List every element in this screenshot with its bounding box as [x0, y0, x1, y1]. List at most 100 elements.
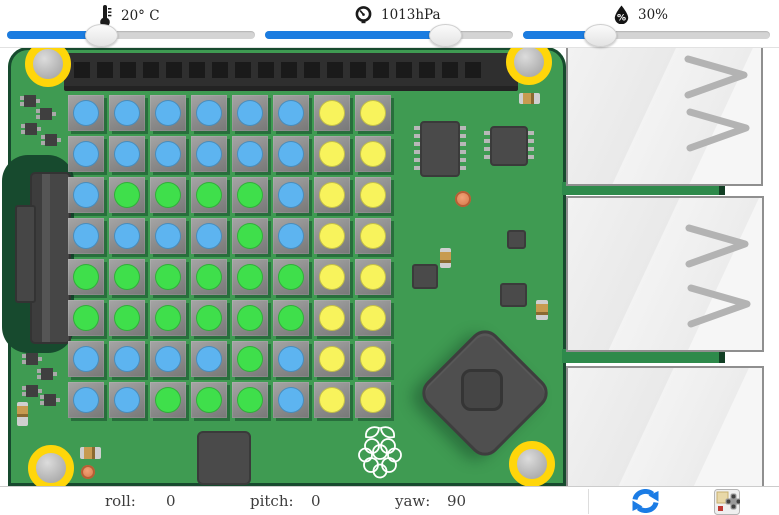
- gamepad-button[interactable]: [713, 489, 742, 515]
- led: [114, 100, 140, 126]
- led: [73, 346, 99, 372]
- led-cell: [68, 259, 104, 295]
- led: [278, 182, 304, 208]
- led-cell: [314, 218, 350, 254]
- transistor: [37, 368, 57, 380]
- led-cell: [109, 259, 145, 295]
- pressure-slider-fill: [265, 24, 463, 47]
- led-cell: [150, 341, 186, 377]
- led-cell: [109, 300, 145, 336]
- led-cell: [314, 300, 350, 336]
- pitch-value: 0: [311, 492, 321, 510]
- led: [155, 346, 181, 372]
- led-cell: [232, 382, 268, 418]
- gpio-header: [64, 53, 518, 91]
- joystick-center-button[interactable]: [461, 369, 503, 411]
- led: [155, 141, 181, 167]
- gpio-pin: [350, 61, 366, 78]
- usb-contact-icon: [685, 224, 749, 268]
- gpio-pin: [212, 61, 228, 78]
- gpio-pin: [304, 61, 320, 78]
- raspberry-pi-logo-icon: [358, 426, 402, 479]
- usb-port-1: [566, 46, 763, 186]
- humidity-slider-handle[interactable]: [584, 24, 618, 47]
- screw-hole-bottom-right: [509, 441, 555, 487]
- gpio-pin: [373, 61, 389, 78]
- gpio-pin: [465, 61, 481, 78]
- led-cell: [68, 341, 104, 377]
- led-cell: [68, 300, 104, 336]
- led: [237, 305, 263, 331]
- flex-connector: [30, 172, 71, 344]
- led: [360, 100, 386, 126]
- led-cell: [314, 136, 350, 172]
- temperature-slider-handle[interactable]: [84, 24, 118, 47]
- refresh-icon: [632, 488, 658, 514]
- droplet-icon: %: [614, 5, 629, 24]
- led-cell: [314, 177, 350, 213]
- led: [278, 100, 304, 126]
- transistor: [20, 95, 40, 107]
- led: [278, 141, 304, 167]
- led: [114, 264, 140, 290]
- led-cell: [191, 341, 227, 377]
- led-cell: [355, 95, 391, 131]
- led-cell: [273, 259, 309, 295]
- led-cell: [273, 218, 309, 254]
- led: [319, 305, 345, 331]
- transistor: [22, 353, 42, 365]
- copper-via: [81, 465, 95, 479]
- flex-connector-tab: [15, 205, 36, 303]
- smd-component: [412, 264, 438, 289]
- gpio-pin: [189, 61, 205, 78]
- led-cell: [355, 218, 391, 254]
- humidity-value-label: 30%: [638, 6, 669, 23]
- gpio-pin: [258, 61, 274, 78]
- led: [319, 346, 345, 372]
- led-cell: [355, 382, 391, 418]
- transistor: [40, 394, 60, 406]
- temperature-value-label: 20° C: [121, 8, 160, 24]
- led-cell: [109, 382, 145, 418]
- led-cell: [68, 218, 104, 254]
- led-cell: [191, 95, 227, 131]
- led: [360, 387, 386, 413]
- ic-chip-small: [484, 126, 534, 166]
- pressure-slider-handle[interactable]: [429, 24, 463, 47]
- temperature-slider[interactable]: [7, 24, 255, 47]
- led: [237, 100, 263, 126]
- led-cell: [355, 136, 391, 172]
- led-cell: [150, 136, 186, 172]
- led: [114, 223, 140, 249]
- resistor: [17, 402, 28, 426]
- transistor: [22, 385, 42, 397]
- pressure-slider[interactable]: [265, 24, 513, 47]
- led-cell: [109, 341, 145, 377]
- led: [360, 346, 386, 372]
- led: [73, 305, 99, 331]
- led-cell: [68, 136, 104, 172]
- refresh-button[interactable]: [631, 488, 659, 515]
- led-cell: [150, 177, 186, 213]
- footer-divider: [588, 489, 589, 514]
- led: [73, 100, 99, 126]
- atmel-chip: [197, 431, 251, 485]
- gpio-pin: [120, 61, 136, 78]
- led-cell: [232, 341, 268, 377]
- led-cell: [109, 95, 145, 131]
- led: [114, 305, 140, 331]
- gpio-pin: [143, 61, 159, 78]
- led-cell: [232, 177, 268, 213]
- led-cell: [273, 300, 309, 336]
- transistor: [21, 123, 41, 135]
- led: [73, 264, 99, 290]
- humidity-slider[interactable]: [523, 24, 770, 47]
- sensor-controls-bar: 20° C 1013hPa % 30%: [0, 0, 779, 48]
- gpio-pin: [327, 61, 343, 78]
- led-cell: [355, 259, 391, 295]
- led: [73, 141, 99, 167]
- led: [360, 305, 386, 331]
- led: [278, 223, 304, 249]
- led: [237, 182, 263, 208]
- led: [237, 346, 263, 372]
